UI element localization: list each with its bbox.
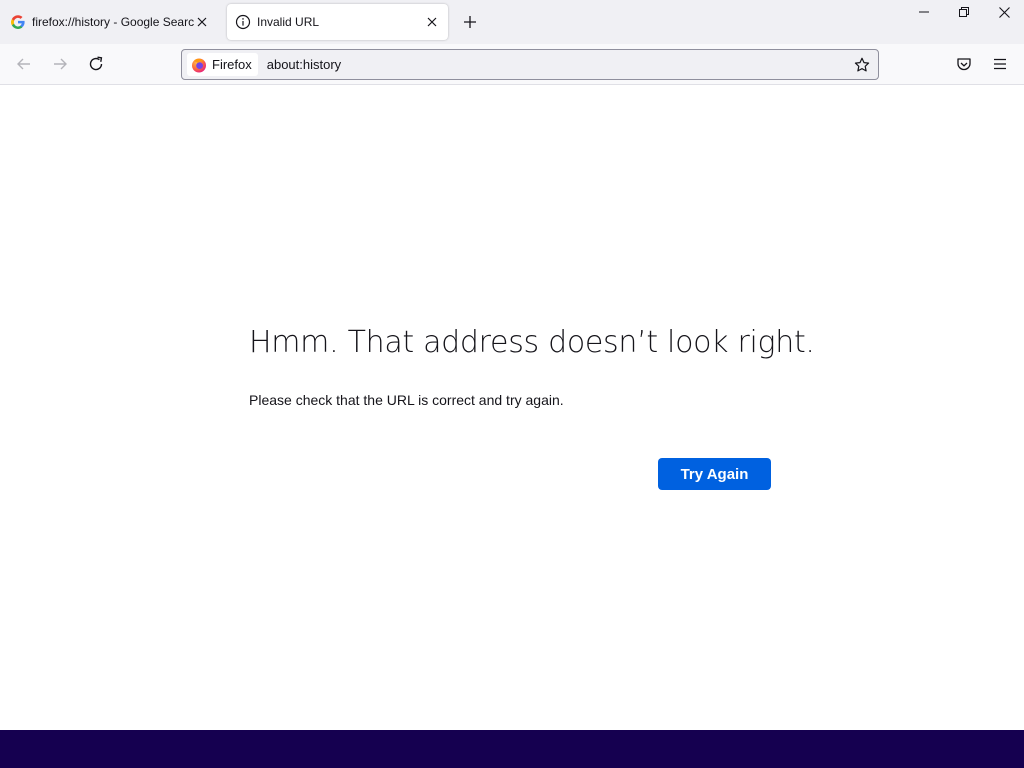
google-g-icon bbox=[11, 15, 25, 29]
firefox-logo-icon bbox=[192, 58, 206, 72]
arrow-left-icon bbox=[17, 58, 30, 70]
minimize-icon bbox=[919, 11, 929, 13]
arrow-right-icon bbox=[54, 58, 67, 70]
close-icon bbox=[427, 17, 437, 27]
tab-google-search[interactable]: firefox://history - Google Search bbox=[0, 4, 218, 40]
tab-strip: firefox://history - Google Search Invali… bbox=[0, 0, 1024, 44]
hamburger-menu-icon bbox=[994, 58, 1006, 70]
url-bar[interactable]: Firefox about:history bbox=[181, 49, 879, 80]
restore-button[interactable] bbox=[944, 0, 984, 24]
close-icon bbox=[197, 17, 207, 27]
tab-invalid-url[interactable]: Invalid URL bbox=[227, 4, 448, 40]
identity-label: Firefox bbox=[212, 57, 252, 72]
identity-box[interactable]: Firefox bbox=[187, 53, 258, 76]
info-icon bbox=[235, 14, 251, 30]
close-window-button[interactable] bbox=[984, 0, 1024, 24]
app-menu-button[interactable] bbox=[988, 52, 1012, 76]
taskbar bbox=[0, 730, 1024, 768]
url-input[interactable]: about:history bbox=[267, 57, 850, 72]
navigation-toolbar: Firefox about:history bbox=[0, 44, 1024, 85]
star-icon bbox=[854, 57, 870, 71]
pocket-icon bbox=[957, 58, 971, 71]
restore-icon bbox=[959, 7, 969, 17]
forward-button[interactable] bbox=[48, 52, 72, 76]
new-tab-button[interactable] bbox=[458, 10, 482, 34]
window-controls bbox=[904, 0, 1024, 24]
pocket-button[interactable] bbox=[952, 52, 976, 76]
close-icon bbox=[998, 6, 1010, 18]
error-description: Please check that the URL is correct and… bbox=[249, 392, 564, 408]
error-page: Hmm. That address doesn’t look right. Pl… bbox=[0, 85, 1024, 730]
minimize-button[interactable] bbox=[904, 0, 944, 24]
bookmark-button[interactable] bbox=[850, 53, 874, 77]
tab-title: firefox://history - Google Search bbox=[32, 15, 194, 29]
close-tab-button[interactable] bbox=[424, 14, 440, 30]
plus-icon bbox=[464, 16, 476, 28]
reload-icon bbox=[89, 56, 103, 71]
reload-button[interactable] bbox=[84, 52, 108, 76]
try-again-button[interactable]: Try Again bbox=[658, 458, 771, 490]
error-title: Hmm. That address doesn’t look right. bbox=[249, 325, 815, 360]
tab-title: Invalid URL bbox=[257, 15, 320, 29]
back-button[interactable] bbox=[12, 52, 36, 76]
close-tab-button[interactable] bbox=[194, 14, 210, 30]
